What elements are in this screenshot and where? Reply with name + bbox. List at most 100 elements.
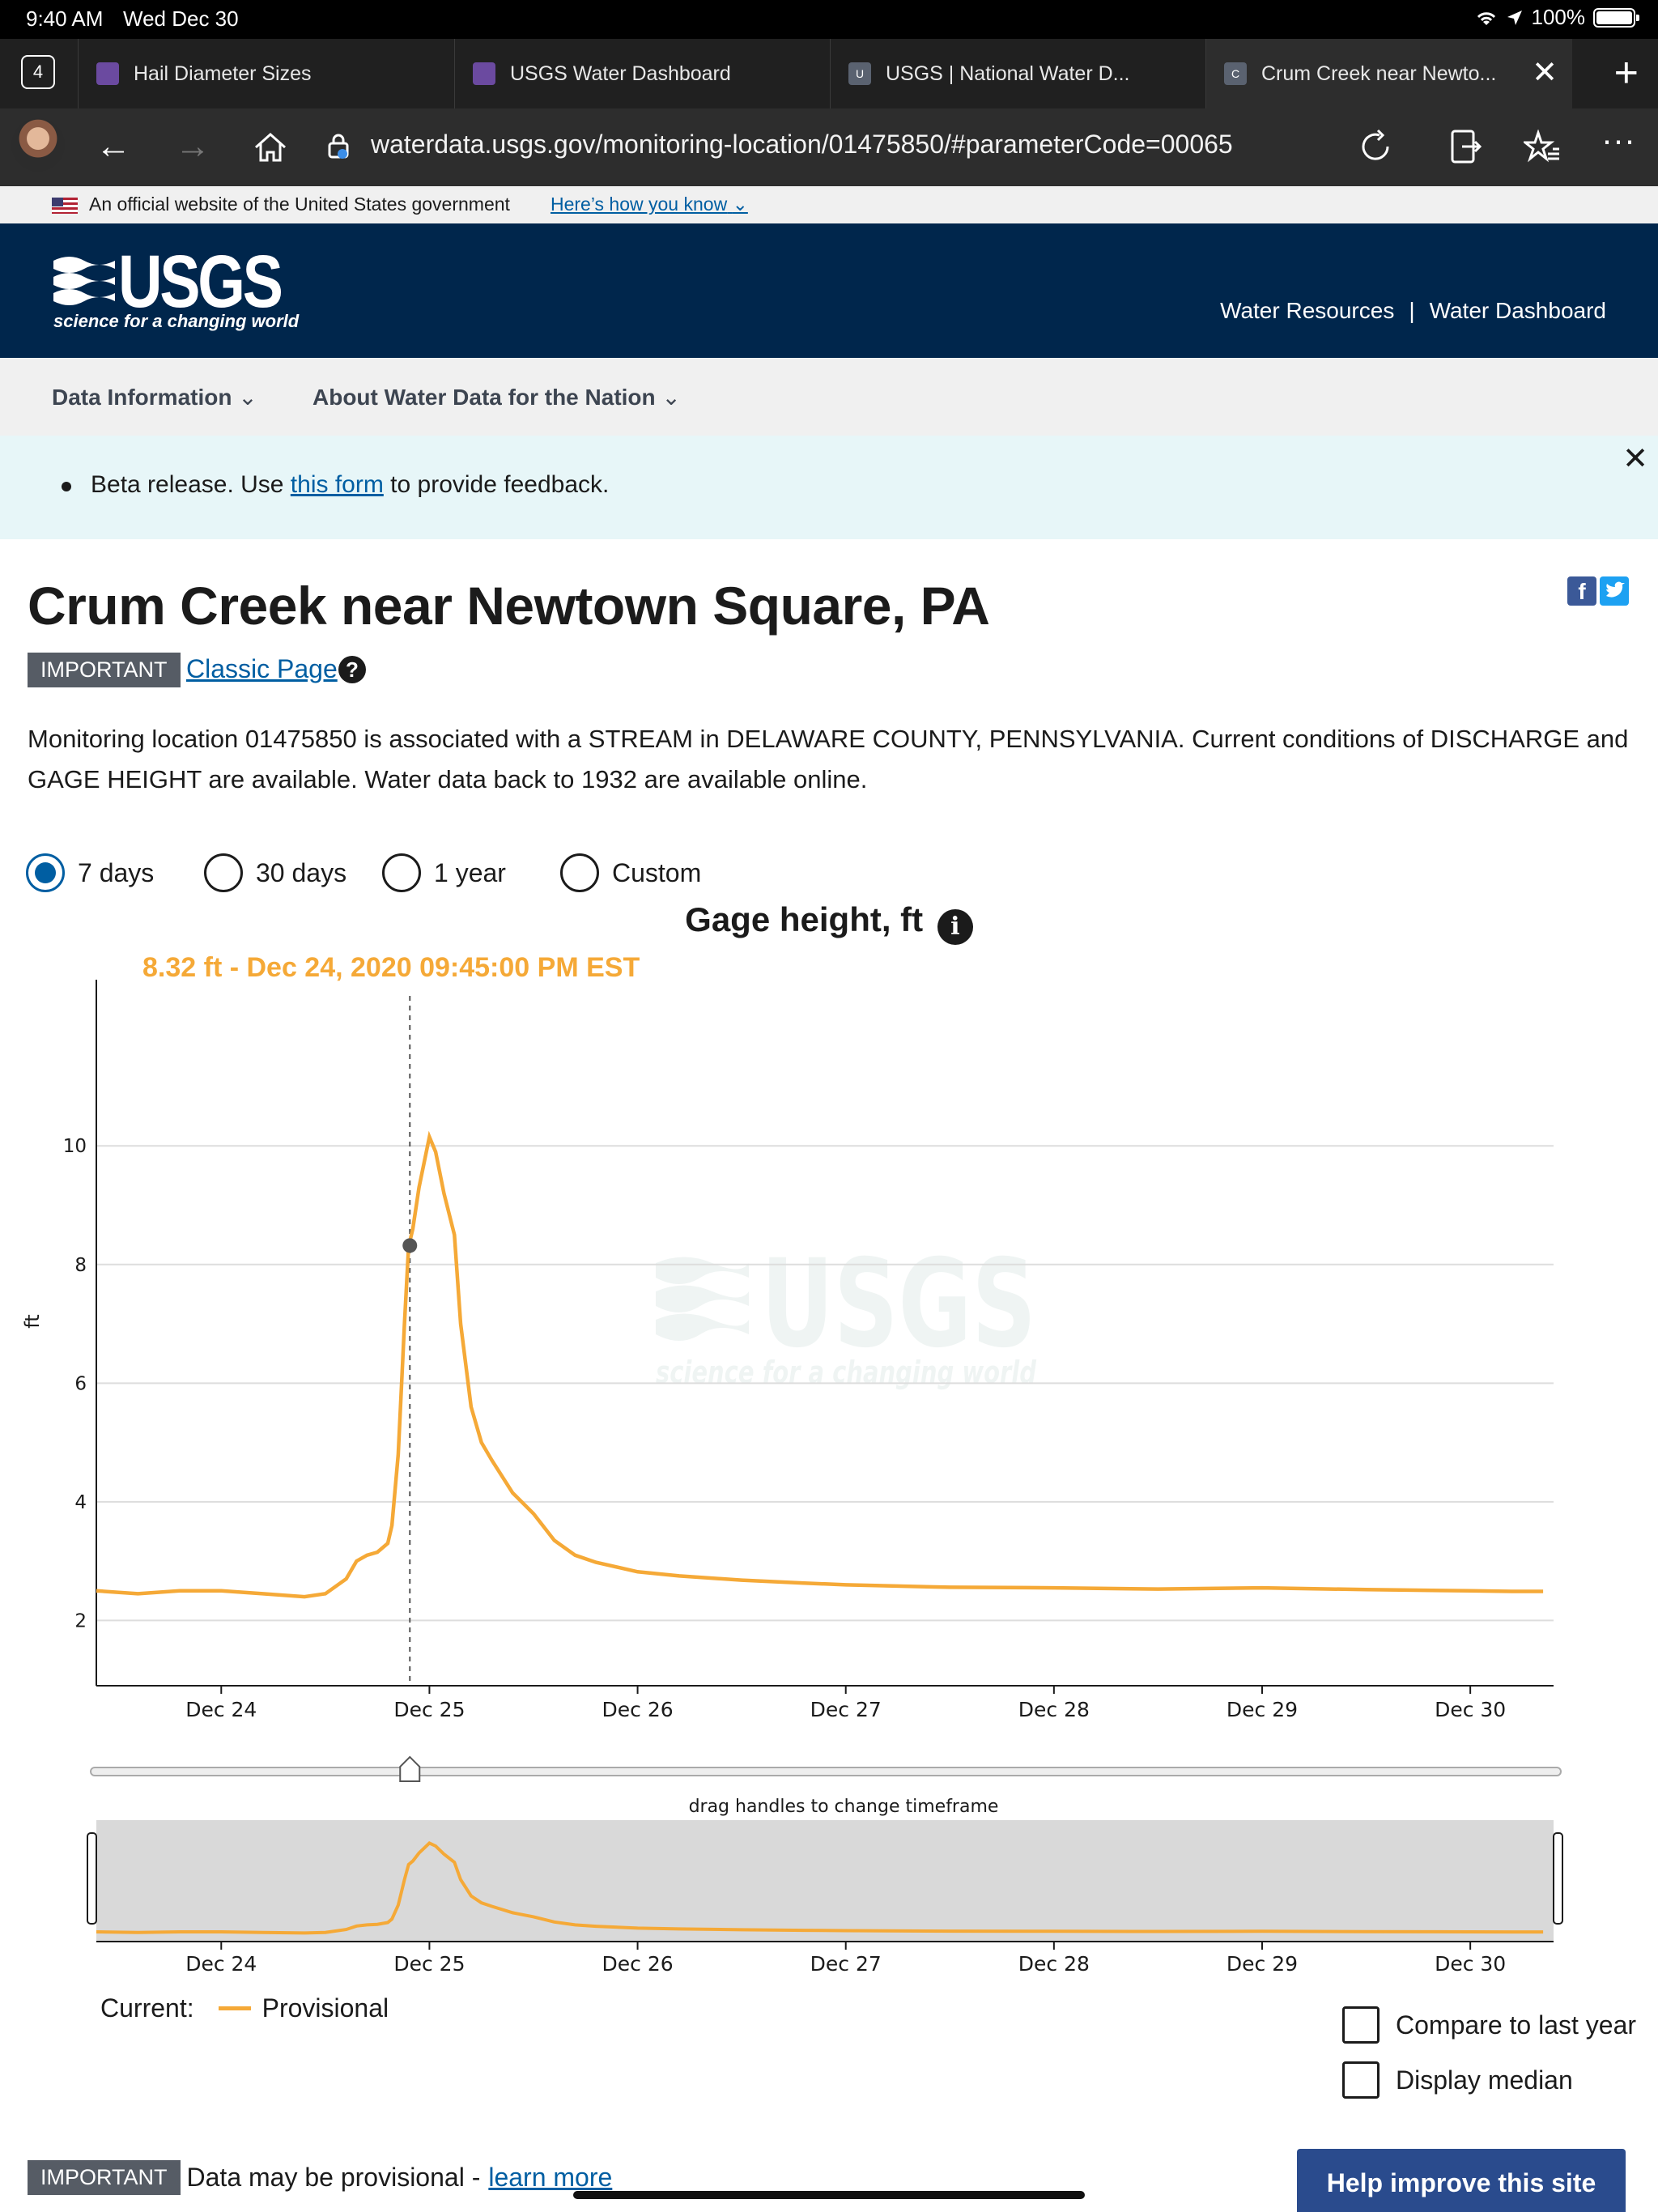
url-field[interactable]: waterdata.usgs.gov/monitoring-location/0… <box>371 130 1233 160</box>
usgs-watermark: USGS science for a changing world <box>656 1234 1037 1390</box>
checkbox-label: Display median <box>1396 2065 1573 2095</box>
nav-about-water-data[interactable]: About Water Data for the Nation ⌄ <box>312 384 681 410</box>
x-axis: Dec 24 Dec 25 Dec 26 Dec 27 Dec 28 Dec 29 Dec … <box>96 1685 1554 1721</box>
beta-prefix: Beta release. Use <box>91 471 291 498</box>
header-links: Water Resources | Water Dashboard <box>1220 298 1606 324</box>
brush-x-tick-label: Dec 28 <box>1018 1952 1090 1976</box>
compare-last-year-checkbox[interactable]: Compare to last year <box>1342 2006 1636 2044</box>
chart-title: Gage height, ft i <box>0 900 1658 945</box>
new-tab-icon[interactable]: + <box>1614 52 1639 94</box>
bullet-dot <box>62 482 71 491</box>
brush-x-tick-label: Dec 27 <box>810 1952 882 1976</box>
y-axis-label: ft <box>21 1314 44 1328</box>
forward-icon[interactable]: → <box>175 126 210 167</box>
water-resources-link[interactable]: Water Resources <box>1220 298 1394 324</box>
tab-water-dashboard[interactable]: USGS Water Dashboard <box>454 39 830 108</box>
y-axis: 2 4 6 8 10 <box>63 980 97 1686</box>
info-icon[interactable]: i <box>937 909 973 945</box>
brush-left-handle[interactable] <box>87 1832 97 1925</box>
favorites-star-icon[interactable] <box>1524 130 1561 165</box>
x-tick-label: Dec 25 <box>393 1698 465 1721</box>
radio-1-year[interactable]: 1 year <box>382 853 506 892</box>
chevron-down-icon: ⌄ <box>732 194 748 215</box>
gage-height-chart[interactable]: USGS science for a changing world 2 4 6 8 10… <box>0 972 1658 2105</box>
radio-30-days[interactable]: 30 days <box>204 853 346 892</box>
tab-label: Crum Creek near Newto... <box>1261 62 1497 85</box>
y-tick-label: 10 <box>63 1136 87 1157</box>
share-icon[interactable] <box>1449 128 1482 165</box>
nav-data-information[interactable]: Data Information ⌄ <box>52 384 257 410</box>
x-tick-label: Dec 27 <box>810 1698 882 1721</box>
x-tick-label: Dec 28 <box>1018 1698 1090 1721</box>
chart-legend: Current: Provisional <box>100 1993 389 2023</box>
usgs-logo[interactable]: USGS science for a changing world <box>53 245 299 337</box>
wifi-icon <box>1477 11 1495 25</box>
brush-x-tick-label: Dec 29 <box>1226 1952 1298 1976</box>
feedback-form-link[interactable]: this form <box>291 471 384 498</box>
checkbox-box <box>1342 2061 1380 2099</box>
radio-7-days[interactable]: 7 days <box>26 853 154 892</box>
brush-x-tick-label: Dec 24 <box>185 1952 257 1976</box>
status-icons: 100% <box>1475 5 1639 30</box>
brush-area[interactable] <box>96 1820 1554 1942</box>
usgs-header: USGS science for a changing world Water … <box>0 223 1658 358</box>
important-badge: IMPORTANT <box>28 653 181 687</box>
heres-how-you-know-link[interactable]: Here’s how you know ⌄ <box>551 194 748 215</box>
help-improve-button[interactable]: Help improve this site <box>1297 2149 1626 2212</box>
tab-favicon-icon <box>96 62 119 85</box>
back-icon[interactable]: ← <box>96 126 131 167</box>
help-question-icon[interactable]: ? <box>338 656 366 683</box>
tab-favicon-icon <box>473 62 495 85</box>
checkbox-label: Compare to last year <box>1396 2010 1637 2040</box>
brush-x-tick-label: Dec 30 <box>1435 1952 1506 1976</box>
radio-label: Custom <box>612 857 702 887</box>
legend-series-label: Provisional <box>261 1993 389 2023</box>
tab-label: USGS Water Dashboard <box>510 62 731 85</box>
cursor-point <box>402 1238 418 1253</box>
location-arrow-icon <box>1507 10 1522 25</box>
display-median-checkbox[interactable]: Display median <box>1342 2061 1573 2099</box>
checkbox-box <box>1342 2006 1380 2044</box>
home-icon[interactable] <box>253 131 288 164</box>
radio-circle <box>26 853 65 892</box>
more-options-icon[interactable]: ··· <box>1601 120 1635 160</box>
radio-label: 30 days <box>256 857 347 887</box>
tab-crum-creek[interactable]: C Crum Creek near Newto... ✕ <box>1205 39 1572 108</box>
browser-tab-bar: 4 Hail Diameter Sizes USGS Water Dashboa… <box>0 39 1658 108</box>
us-flag-icon <box>52 198 78 214</box>
profile-avatar[interactable] <box>11 118 65 172</box>
timeframe-slider-track[interactable] <box>90 1767 1562 1776</box>
tab-favicon-icon: U <box>848 62 871 85</box>
facebook-icon[interactable]: f <box>1567 576 1596 606</box>
x-tick-label: Dec 26 <box>602 1698 674 1721</box>
slider-handle[interactable] <box>399 1755 421 1782</box>
twitter-icon[interactable] <box>1600 576 1629 606</box>
radio-label: 1 year <box>434 857 506 887</box>
page-title: Crum Creek near Newtown Square, PA <box>28 576 990 636</box>
tab-national-water[interactable]: U USGS | National Water D... <box>830 39 1205 108</box>
chevron-down-icon: ⌄ <box>661 385 681 410</box>
lock-icon[interactable] <box>327 133 350 159</box>
watermark-tagline: science for a changing world <box>656 1355 1037 1390</box>
brush-x-tick-label: Dec 25 <box>393 1952 465 1976</box>
location-description: Monitoring location 01475850 is associat… <box>28 725 1629 793</box>
close-icon[interactable]: ✕ <box>1622 440 1648 477</box>
provisional-text: Data may be provisional - <box>186 2163 481 2192</box>
learn-more-link[interactable]: learn more <box>488 2163 612 2193</box>
chevron-down-icon: ⌄ <box>238 385 257 410</box>
tab-hail-diameter[interactable]: Hail Diameter Sizes <box>78 39 454 108</box>
usgs-tagline: science for a changing world <box>53 311 300 331</box>
y-tick-label: 4 <box>74 1492 87 1513</box>
radio-custom[interactable]: Custom <box>560 853 701 892</box>
brush-right-handle[interactable] <box>1553 1832 1563 1925</box>
status-bar: 9:40 AM Wed Dec 30 100% <box>0 0 1658 39</box>
beta-suffix: to provide feedback. <box>383 471 610 498</box>
tab-count-button[interactable]: 4 <box>21 55 55 89</box>
refresh-icon[interactable] <box>1357 128 1394 165</box>
beta-notice: Beta release. Use this form to provide f… <box>0 436 1658 539</box>
water-dashboard-link[interactable]: Water Dashboard <box>1430 298 1606 324</box>
beta-message: Beta release. Use this form to provide f… <box>91 471 609 499</box>
address-bar: ← → waterdata.usgs.gov/monitoring-locati… <box>0 108 1658 186</box>
classic-page-link[interactable]: Classic Page <box>186 654 338 684</box>
close-tab-icon[interactable]: ✕ <box>1532 57 1558 88</box>
